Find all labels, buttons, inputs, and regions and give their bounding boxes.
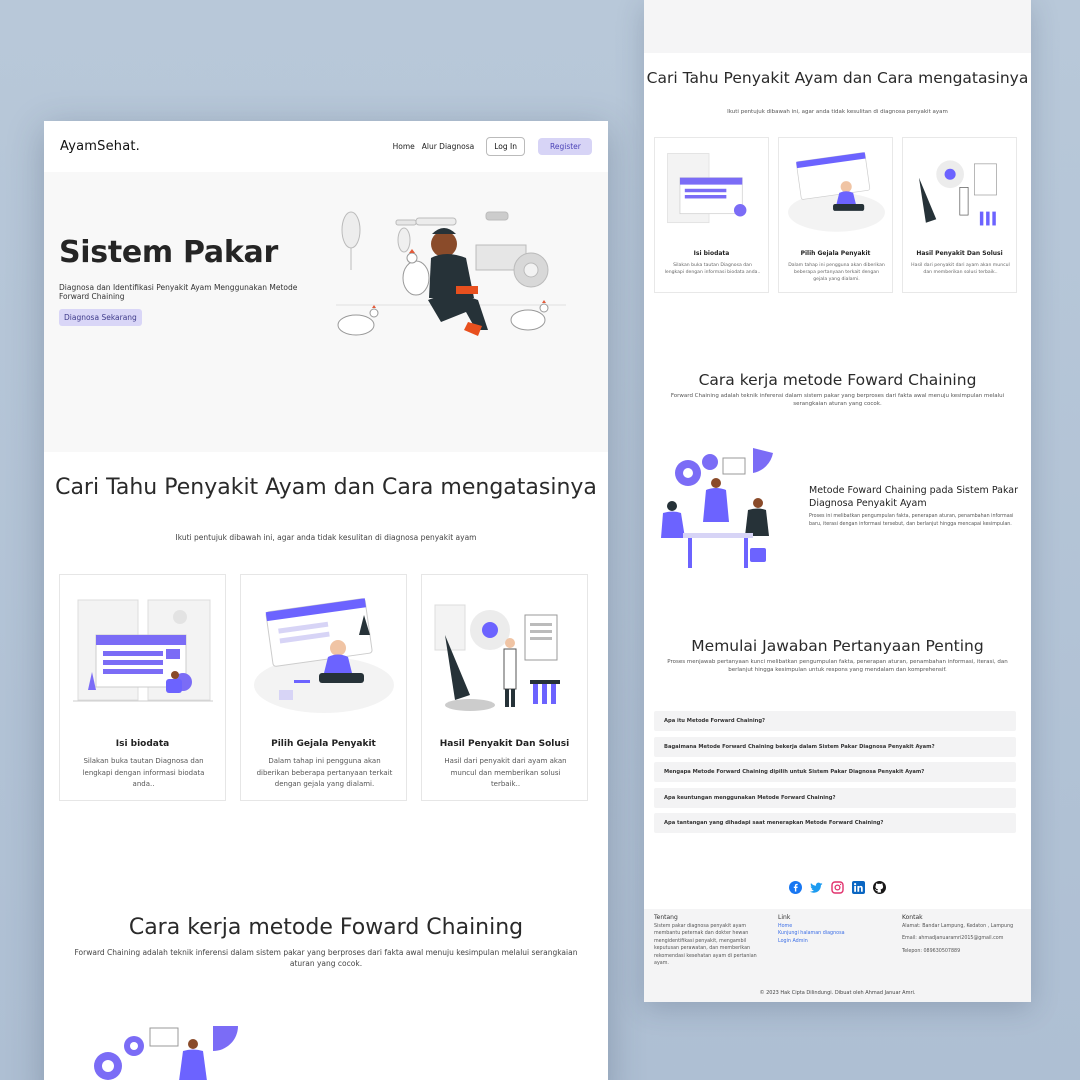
faq-section-subtitle: Proses menjawab pertanyaan kunci melibat… xyxy=(667,659,1008,673)
footer-link-login-admin[interactable]: Login Admin xyxy=(778,938,888,946)
footer-about-heading: Tentang xyxy=(654,914,678,921)
faq-section-title: Memulai Jawaban Pertanyaan Penting xyxy=(691,637,984,655)
footer-links: Link Home Kunjungi halaman diagnosa Logi… xyxy=(778,914,888,945)
card-description: Silakan buka tautan Diagnosa dan lengkap… xyxy=(82,757,205,788)
steps-section-title: Cari Tahu Penyakit Ayam dan Cara mengata… xyxy=(55,475,597,500)
instagram-icon[interactable] xyxy=(831,879,844,894)
brand-logo[interactable]: AyamSehat. xyxy=(60,139,140,154)
footer-about: Tentang Sistem pakar diagnosa penyakit a… xyxy=(654,914,764,968)
step-card-gejala: Pilih Gejala Penyakit Dalam tahap ini pe… xyxy=(778,137,893,293)
footer-contact-heading: Kontak xyxy=(902,914,923,921)
lab-result-illustration xyxy=(434,604,560,711)
step-card-hasil: Hasil Penyakit Dan Solusi Hasil dari pen… xyxy=(421,574,588,801)
step-card-biodata: Isi biodata Silakan buka tautan Diagnosa… xyxy=(59,574,226,801)
method-section-title: Cara kerja metode Foward Chaining xyxy=(698,371,977,389)
card-description: Silakan buka tautan Diagnosa dan lengkap… xyxy=(664,263,761,275)
hero-title: Sistem Pakar xyxy=(59,235,278,270)
linkedin-icon[interactable] xyxy=(852,879,865,894)
landing-page-main: AyamSehat. Home Alur Diagnosa Log In Reg… xyxy=(44,121,608,1080)
method-section-subtitle: Forward Chaining adalah teknik inferensi… xyxy=(74,948,578,968)
biodata-form-illustration xyxy=(73,599,213,702)
footer: Tentang Sistem pakar diagnosa penyakit a… xyxy=(644,909,1031,1002)
method-section-title: Cara kerja metode Foward Chaining xyxy=(128,915,524,940)
hero-description: Diagnosa dan Identifikasi Penyakit Ayam … xyxy=(59,283,298,301)
nav-home-link[interactable]: Home xyxy=(393,142,415,151)
faq-item[interactable]: Apa keuntungan menggunakan Metode Forwar… xyxy=(654,788,1016,808)
footer-link-home[interactable]: Home xyxy=(778,923,888,931)
biodata-form-illustration xyxy=(667,153,747,224)
method-section-subtitle: Forward Chaining adalah teknik inferensi… xyxy=(670,393,1005,407)
faq-item[interactable]: Mengapa Metode Forward Chaining dipilih … xyxy=(654,762,1016,782)
diagnosa-sekarang-button[interactable]: Diagnosa Sekarang xyxy=(59,309,142,326)
hero-bottom-band xyxy=(644,0,1031,53)
steps-section-subtitle: Ikuti pentujuk dibawah ini, agar anda ti… xyxy=(175,533,477,542)
landing-page-scrolled: Cari Tahu Penyakit Ayam dan Cara mengata… xyxy=(644,0,1031,1002)
symptom-selection-illustration xyxy=(788,152,885,232)
step-card-biodata: Isi biodata Silakan buka tautan Diagnosa… xyxy=(654,137,769,293)
footer-address: Alamat: Bandar Lampung, Kedaton , Lampun… xyxy=(902,923,1014,929)
github-icon[interactable] xyxy=(873,879,886,894)
nav-alur-diagnosa-link[interactable]: Alur Diagnosa xyxy=(422,142,475,151)
forward-chaining-feature-description: Proses ini melibatkan pengumpulan fakta,… xyxy=(809,514,1014,527)
facebook-icon[interactable] xyxy=(789,879,802,894)
footer-about-text: Sistem pakar diagnosa penyakit ayam memb… xyxy=(654,923,757,967)
forward-chaining-team-illustration xyxy=(661,448,773,568)
farmer-chicken-illustration xyxy=(336,211,566,336)
footer-copyright: © 2023 Hak Cipta Dilindungi. Dibuat oleh… xyxy=(759,990,916,996)
card-description: Dalam tahap ini pengguna akan diberikan … xyxy=(256,757,393,788)
faq-item[interactable]: Bagaimana Metode Forward Chaining bekerj… xyxy=(654,737,1016,757)
card-title: Hasil Penyakit Dan Solusi xyxy=(916,250,1003,257)
footer-contact: Kontak Alamat: Bandar Lampung, Kedaton ,… xyxy=(902,914,1027,955)
register-button[interactable]: Register xyxy=(538,138,592,155)
hero-section: Sistem Pakar Diagnosa dan Identifikasi P… xyxy=(44,172,608,452)
footer-email: Email: ahmadjanuaramri2015@gmail.com xyxy=(902,936,1004,941)
symptom-selection-illustration xyxy=(254,598,394,713)
steps-section-subtitle: Ikuti pentujuk dibawah ini, agar anda ti… xyxy=(727,109,948,115)
card-title: Pilih Gejala Penyakit xyxy=(271,739,376,749)
card-title: Hasil Penyakit Dan Solusi xyxy=(439,739,570,749)
login-button[interactable]: Log In xyxy=(486,137,525,156)
step-card-hasil: Hasil Penyakit Dan Solusi Hasil dari pen… xyxy=(902,137,1017,293)
footer-phone: Telepon: 089630507889 xyxy=(902,948,961,954)
footer-link-diagnosa[interactable]: Kunjungi halaman diagnosa xyxy=(778,930,888,938)
card-description: Hasil dari penyakit dari ayam akan muncu… xyxy=(911,263,1010,275)
card-title: Isi biodata xyxy=(115,739,170,749)
step-card-gejala: Pilih Gejala Penyakit Dalam tahap ini pe… xyxy=(240,574,407,801)
social-links xyxy=(644,879,1031,894)
card-description: Dalam tahap ini pengguna akan diberikan … xyxy=(788,263,885,282)
team-gears-illustration xyxy=(94,1026,238,1080)
card-title: Isi biodata xyxy=(693,250,730,257)
footer-links-heading: Link xyxy=(778,914,791,921)
faq-item[interactable]: Apa itu Metode Forward Chaining? xyxy=(654,711,1016,731)
nav-links: Home Alur Diagnosa Log In Register xyxy=(386,137,592,156)
forward-chaining-feature-title: Metode Foward Chaining pada Sistem Pakar… xyxy=(809,485,1019,509)
faq-item[interactable]: Apa tantangan yang dihadapi saat menerap… xyxy=(654,813,1016,833)
lab-result-illustration xyxy=(918,160,997,226)
navbar: AyamSehat. Home Alur Diagnosa Log In Reg… xyxy=(44,121,608,172)
card-title: Pilih Gejala Penyakit xyxy=(800,250,871,257)
twitter-icon[interactable] xyxy=(810,879,823,893)
steps-section-title: Cari Tahu Penyakit Ayam dan Cara mengata… xyxy=(646,69,1029,87)
card-description: Hasil dari penyakit dari ayam akan muncu… xyxy=(444,757,567,788)
